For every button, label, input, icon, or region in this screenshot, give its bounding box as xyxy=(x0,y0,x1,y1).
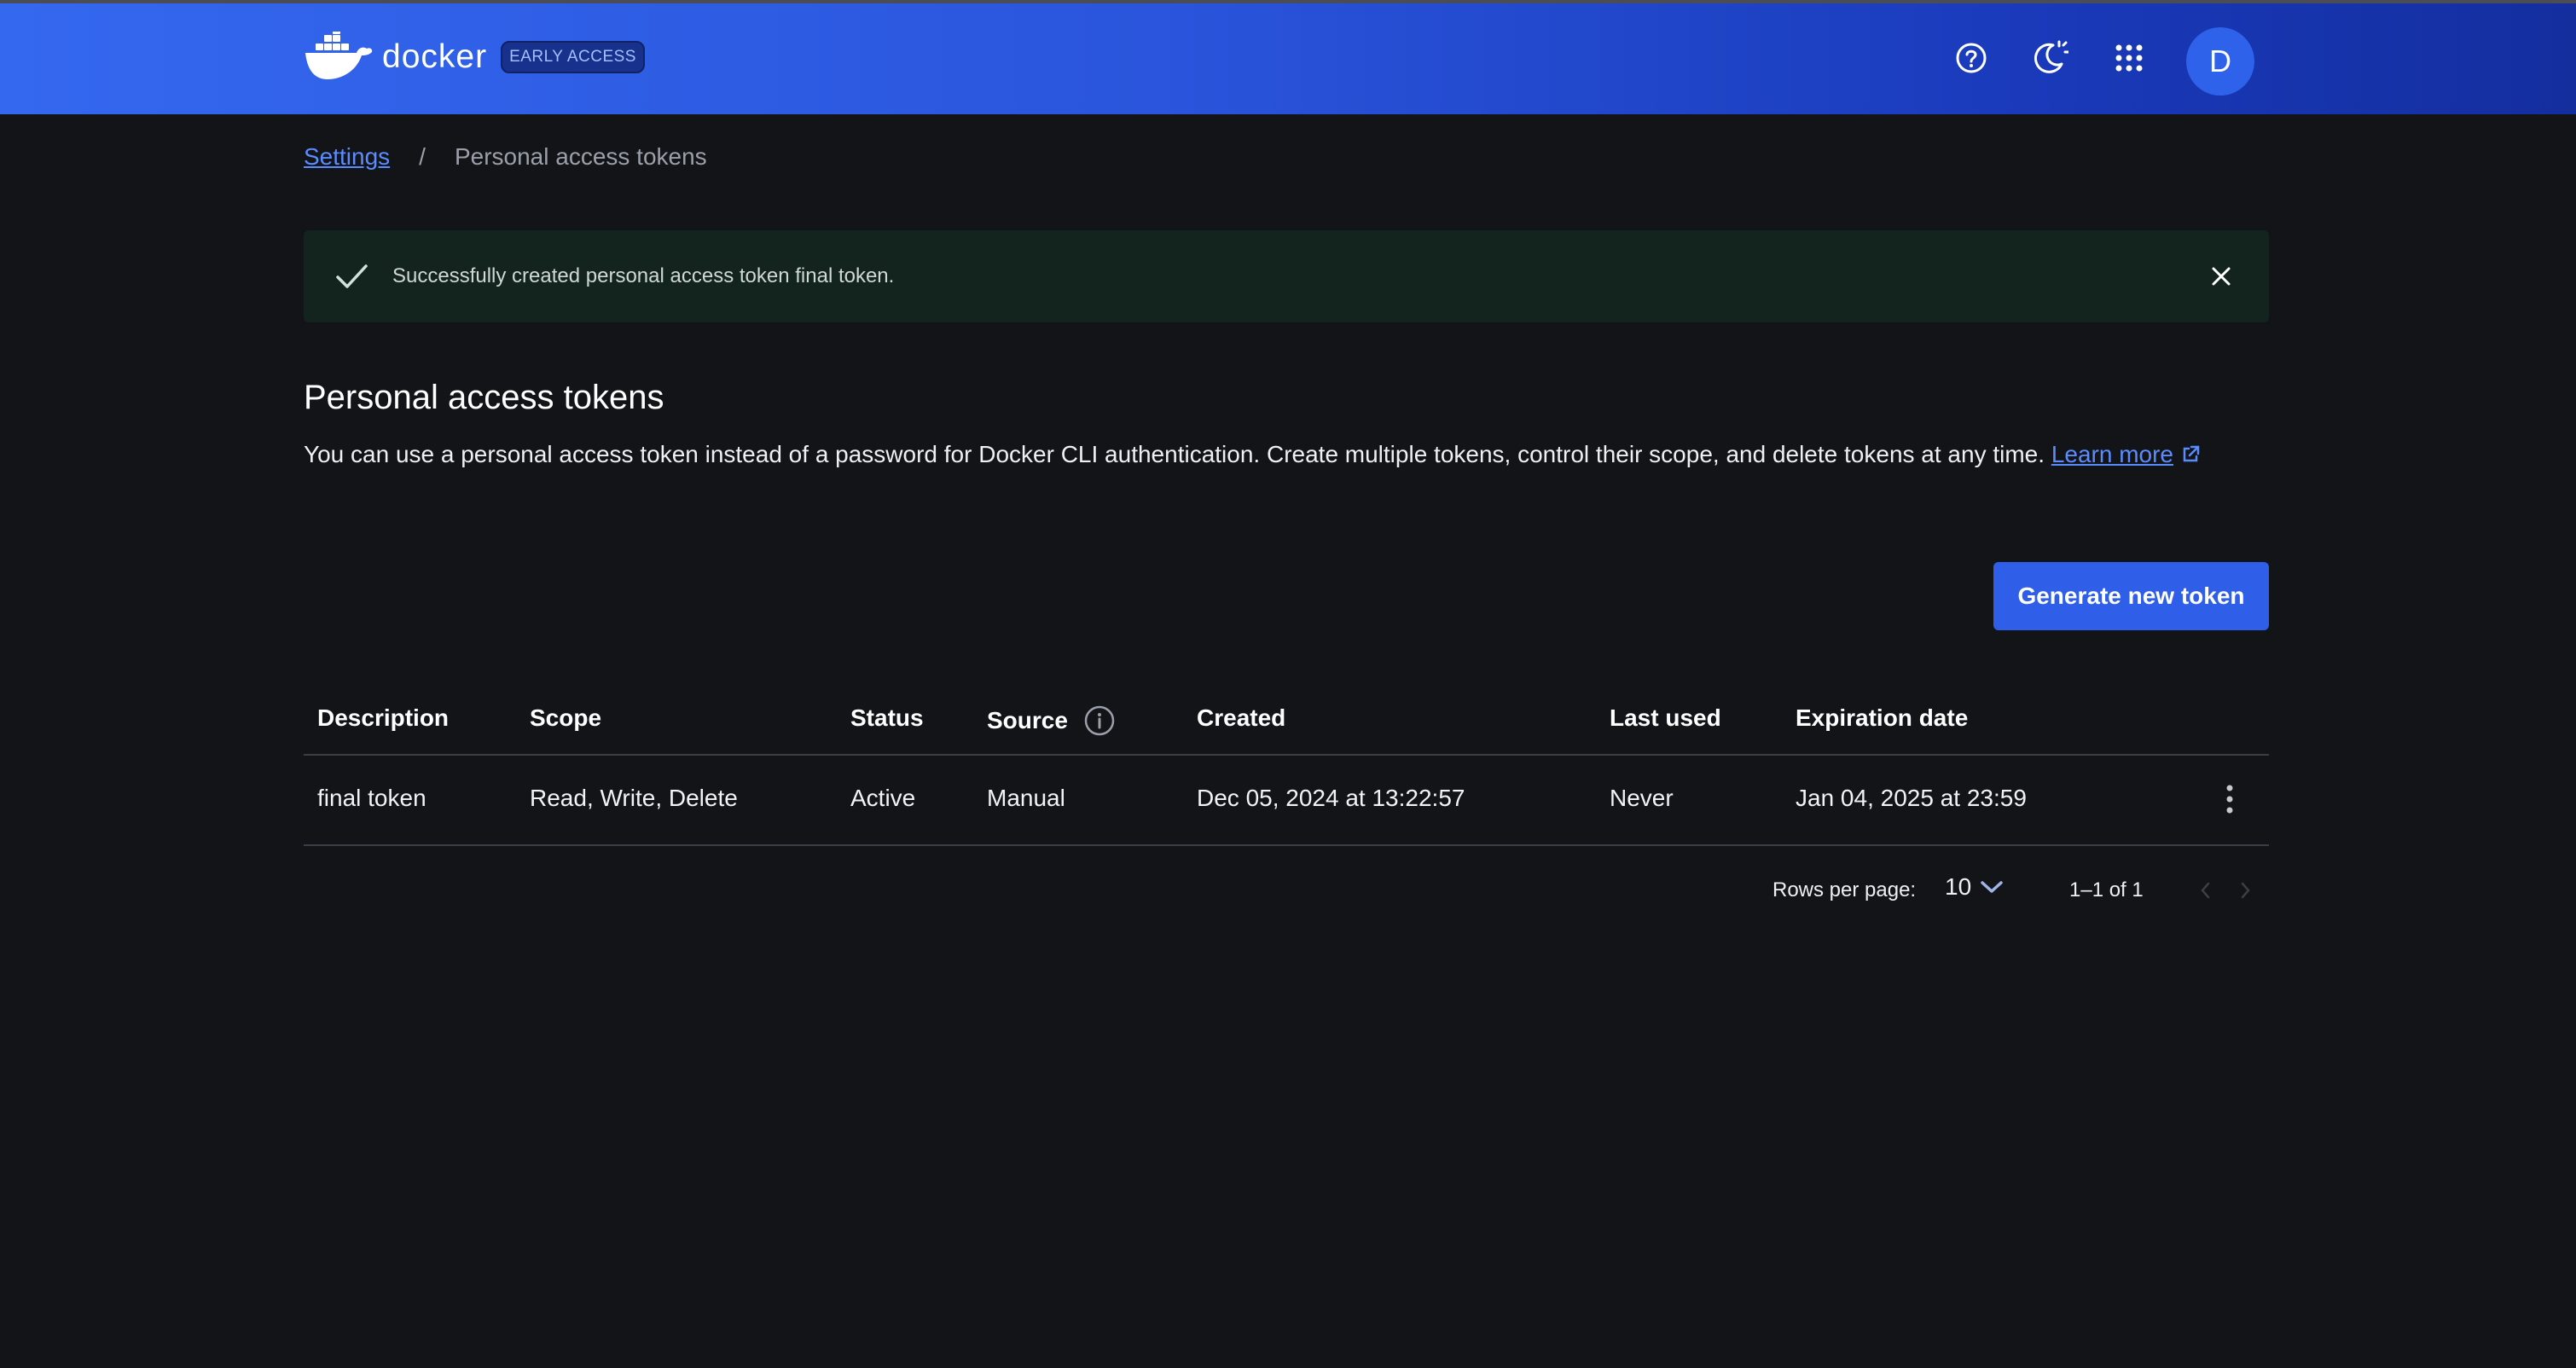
external-link-icon xyxy=(2183,445,2200,462)
cell-description: final token xyxy=(317,785,426,811)
pagination-range: 1–1 of 1 xyxy=(2069,878,2144,901)
column-header-created[interactable]: Created xyxy=(1197,704,1285,732)
chevron-down-icon xyxy=(1981,881,2003,893)
breadcrumb-current: Personal access tokens xyxy=(454,143,707,170)
early-access-badge: EARLY ACCESS xyxy=(501,41,645,73)
column-header-description[interactable]: Description xyxy=(317,704,449,732)
table-header: Description Scope Status Source Created … xyxy=(304,689,2269,756)
cell-scope: Read, Write, Delete xyxy=(530,785,738,811)
generate-new-token-button[interactable]: Generate new token xyxy=(1993,562,2269,630)
apps-menu-button[interactable] xyxy=(2109,38,2150,78)
alert-message: Successfully created personal access tok… xyxy=(392,264,895,287)
apps-grid-icon xyxy=(2115,44,2143,72)
pagination: Rows per page: 10 1–1 of 1 xyxy=(304,873,2269,907)
cell-created: Dec 05, 2024 at 13:22:57 xyxy=(1197,785,1465,811)
checkmark-icon xyxy=(336,264,368,288)
docker-logo[interactable]: docker EARLY ACCESS xyxy=(304,29,645,85)
page-title: Personal access tokens xyxy=(304,379,664,416)
column-header-last-used[interactable]: Last used xyxy=(1610,704,1721,732)
close-icon xyxy=(2212,267,2231,286)
rows-per-page-select[interactable]: 10 xyxy=(1945,873,2004,901)
rows-per-page-value: 10 xyxy=(1945,873,1972,900)
column-header-status[interactable]: Status xyxy=(850,704,924,732)
more-vertical-icon xyxy=(2226,785,2233,814)
docker-whale-icon xyxy=(305,32,373,79)
row-actions-button[interactable] xyxy=(2213,778,2247,820)
help-circle-icon xyxy=(1956,43,1987,73)
rows-per-page-label: Rows per page: xyxy=(1772,878,1917,901)
next-page-icon[interactable] xyxy=(2235,877,2255,904)
tokens-table: Description Scope Status Source Created … xyxy=(304,689,2269,846)
page-description: You can use a personal access token inst… xyxy=(304,437,2266,472)
success-alert: Successfully created personal access tok… xyxy=(304,230,2269,322)
info-icon[interactable] xyxy=(1083,704,1116,737)
column-header-source[interactable]: Source xyxy=(987,707,1068,734)
theme-toggle-icon xyxy=(2034,40,2068,73)
breadcrumb: Settings / Personal access tokens xyxy=(304,143,707,171)
column-header-source-wrap: Source xyxy=(987,704,1116,737)
alert-close-button[interactable] xyxy=(2204,259,2238,293)
cell-status: Active xyxy=(850,785,916,811)
top-navbar: docker EARLY ACCESS D xyxy=(0,3,2576,114)
description-text: You can use a personal access token inst… xyxy=(304,441,2045,467)
help-button[interactable] xyxy=(1951,38,1992,78)
previous-page-icon[interactable] xyxy=(2196,877,2216,904)
cell-source: Manual xyxy=(987,785,1065,811)
column-header-expiration[interactable]: Expiration date xyxy=(1796,704,1968,732)
breadcrumb-settings-link[interactable]: Settings xyxy=(304,143,390,171)
breadcrumb-separator: / xyxy=(419,143,426,170)
learn-more-link[interactable]: Learn more xyxy=(2051,441,2173,467)
cell-last-used: Never xyxy=(1610,785,1674,811)
column-header-scope[interactable]: Scope xyxy=(530,704,601,732)
table-row: final token Read, Write, Delete Active M… xyxy=(304,756,2269,846)
user-avatar[interactable]: D xyxy=(2186,27,2254,96)
brand-name: docker xyxy=(382,38,488,75)
theme-toggle-button[interactable] xyxy=(2028,38,2069,78)
cell-expiration: Jan 04, 2025 at 23:59 xyxy=(1796,785,2027,811)
